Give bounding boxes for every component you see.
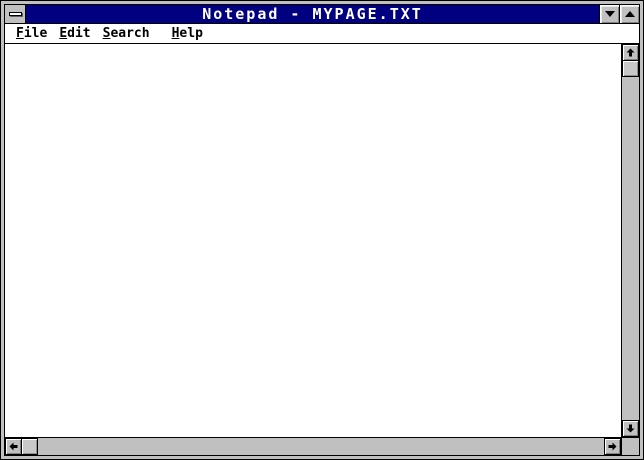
scroll-up-button[interactable] — [622, 44, 639, 61]
vertical-scrollbar[interactable] — [622, 44, 639, 437]
scroll-down-button[interactable] — [622, 420, 639, 437]
down-arrow-icon — [626, 424, 635, 433]
scroll-right-button[interactable] — [604, 438, 621, 455]
menu-search[interactable]: Search — [97, 25, 156, 43]
vertical-scroll-track[interactable] — [622, 77, 639, 420]
left-arrow-icon — [9, 442, 18, 451]
down-triangle-icon — [604, 11, 615, 17]
title-bar: Notepad - MYPAGE.TXT — [5, 5, 639, 24]
window-title: Notepad - MYPAGE.TXT — [202, 5, 423, 23]
notepad-window: Notepad - MYPAGE.TXT File Edit Search He… — [0, 0, 644, 460]
menu-help[interactable]: Help — [166, 25, 209, 43]
client-area — [5, 44, 639, 455]
scroll-left-button[interactable] — [5, 438, 22, 455]
horizontal-scroll-track[interactable] — [38, 438, 604, 455]
menu-edit[interactable]: Edit — [53, 25, 96, 43]
dash-icon — [8, 12, 22, 16]
maximize-button[interactable] — [619, 5, 639, 23]
vertical-scroll-thumb[interactable] — [622, 60, 639, 77]
menu-bar: File Edit Search Help — [5, 24, 639, 44]
horizontal-scrollbar[interactable] — [5, 438, 621, 455]
text-editor[interactable] — [5, 44, 621, 437]
system-menu-button[interactable] — [5, 5, 26, 23]
scrollbar-corner — [622, 438, 639, 455]
horizontal-scroll-thumb[interactable] — [21, 438, 38, 455]
right-arrow-icon — [608, 442, 617, 451]
up-arrow-icon — [626, 48, 635, 57]
minimize-button[interactable] — [599, 5, 619, 23]
window-frame: Notepad - MYPAGE.TXT File Edit Search He… — [4, 4, 640, 456]
up-triangle-icon — [624, 11, 635, 17]
menu-file[interactable]: File — [10, 25, 53, 43]
